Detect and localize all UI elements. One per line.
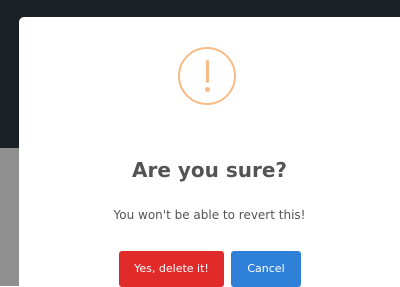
dialog-message: You won't be able to revert this! xyxy=(113,208,306,222)
confirm-delete-button[interactable]: Yes, delete it! xyxy=(119,251,224,287)
warning-icon xyxy=(178,47,236,105)
warning-icon-dot xyxy=(205,87,210,92)
dialog-title: Are you sure? xyxy=(131,158,288,182)
warning-icon-bar xyxy=(206,60,209,83)
cancel-button[interactable]: Cancel xyxy=(231,251,301,287)
confirm-dialog: Are you sure? You won't be able to rever… xyxy=(19,17,400,287)
